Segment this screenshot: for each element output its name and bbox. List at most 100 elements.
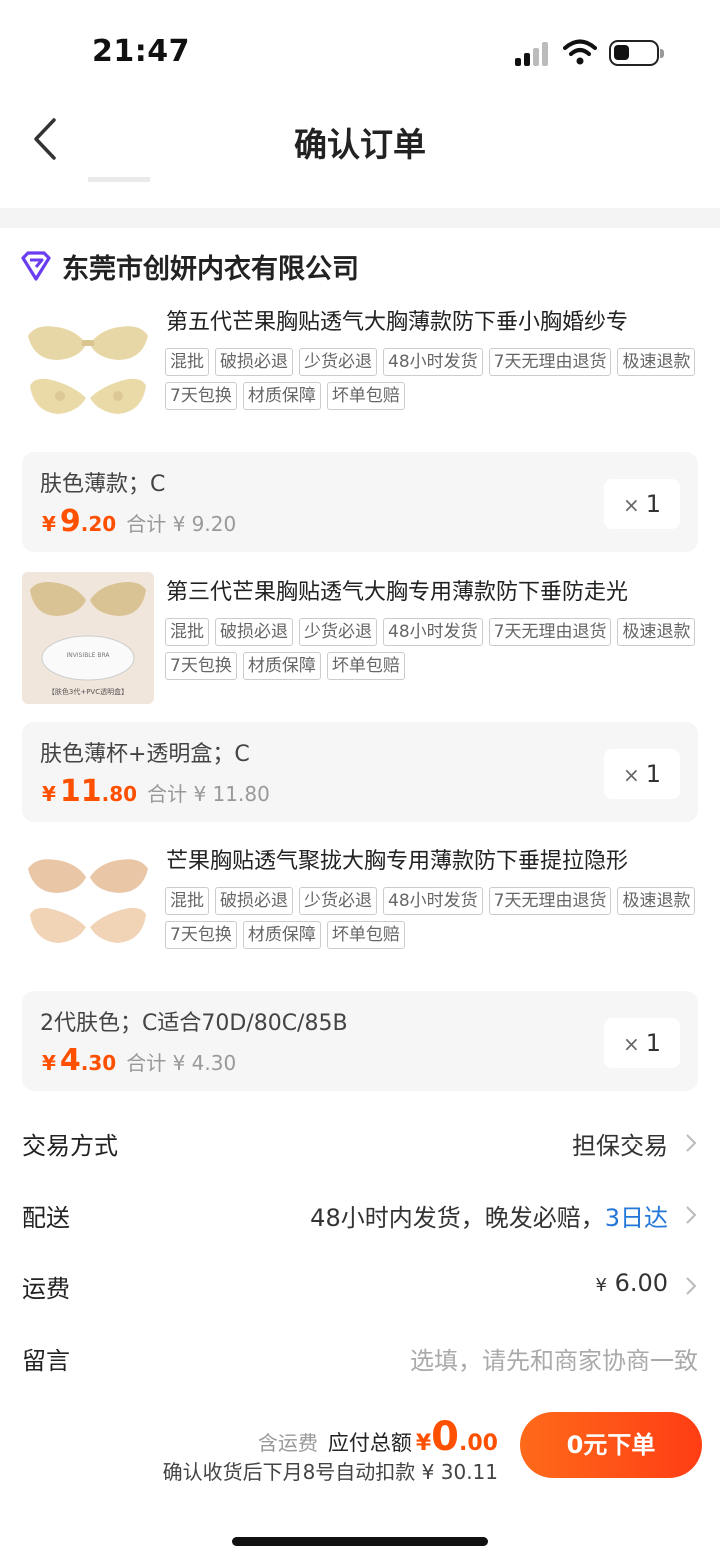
product-title[interactable]: 第五代芒果胸贴透气大胸薄款防下垂小胸婚纱专 xyxy=(166,304,706,336)
price-dec: .30 xyxy=(80,1051,117,1075)
quantity-value: 1 xyxy=(645,490,662,518)
service-tag: 7天包换 xyxy=(165,652,237,680)
submit-order-button[interactable]: 0元下单 xyxy=(520,1412,702,1478)
service-tag: 破损必退 xyxy=(215,887,293,915)
battery-icon xyxy=(609,40,664,66)
subtotal: 合计 ¥ 9.20 xyxy=(126,512,237,536)
wifi-icon xyxy=(563,39,597,65)
total-label: 应付总额 xyxy=(327,1431,412,1455)
delivery-row[interactable]: 配送 48小时内发货，晚发必赔，3日达 xyxy=(0,1184,720,1244)
service-tag: 极速退款 xyxy=(617,618,696,646)
message-row[interactable]: 留言 选填，请先和商家协商一致 xyxy=(0,1327,720,1387)
total-yen: ¥ xyxy=(415,1431,432,1456)
qty-x: × xyxy=(622,493,640,517)
service-tag: 坏单包赔 xyxy=(326,382,405,410)
price-int: 4 xyxy=(59,1043,81,1078)
sku-spec: 肤色薄款；C xyxy=(40,472,166,497)
service-tag: 材质保障 xyxy=(242,652,321,680)
message-label: 留言 xyxy=(22,1347,70,1375)
service-tag: 7天无理由退货 xyxy=(488,348,612,376)
checkout-bar: 含运费 应付总额 ¥0.00 确认收货后下月8号自动扣款 ¥ 30.11 0元下… xyxy=(0,1400,720,1500)
scroll-ghost-text xyxy=(88,172,150,182)
quantity-value: 1 xyxy=(645,760,662,788)
product-thumbnail[interactable] xyxy=(22,845,154,977)
price-dec: .80 xyxy=(101,782,138,806)
home-indicator xyxy=(232,1537,488,1546)
delivery-value: 48小时内发货，晚发必赔，3日达 xyxy=(310,1198,668,1233)
service-tags: 混批 破损必退 少货必退 48小时发货 7天无理由退货 极速退款 7天包换 材质… xyxy=(165,348,705,410)
shipping-fee-row[interactable]: 运费 ¥ 6.00 xyxy=(0,1255,720,1315)
service-tag: 少货必退 xyxy=(299,618,377,646)
shop-badge-icon xyxy=(21,251,51,281)
service-tag: 少货必退 xyxy=(299,887,377,915)
quantity-stepper[interactable]: × 1 xyxy=(604,749,680,799)
price-yen: ¥ xyxy=(42,512,56,536)
trade-method-row[interactable]: 交易方式 担保交易 xyxy=(0,1112,720,1172)
shop-name: 东莞市创妍内衣有限公司 xyxy=(62,253,359,285)
thumb-caption: 【肤色3代+PVC透明盒】 xyxy=(48,687,128,696)
service-tag: 7天无理由退货 xyxy=(488,618,612,646)
product-title[interactable]: 第三代芒果胸贴透气大胸专用薄款防下垂防走光 xyxy=(166,574,706,606)
service-tag: 48小时发货 xyxy=(383,348,483,376)
signal-icon xyxy=(515,42,551,66)
price-dec: .20 xyxy=(80,512,117,536)
price-yen: ¥ xyxy=(42,782,56,806)
shop-header[interactable]: 东莞市创妍内衣有限公司 xyxy=(20,246,359,286)
service-tag: 材质保障 xyxy=(242,921,321,949)
service-tag: 7天包换 xyxy=(165,382,237,410)
nav-bar: 确认订单 xyxy=(0,100,720,190)
shipping-fee-value: ¥ 6.00 xyxy=(595,1269,668,1297)
delivery-eta: 3日达 xyxy=(604,1204,668,1232)
thumb-box-text: INVISIBLE BRA xyxy=(66,652,110,659)
price-int: 9 xyxy=(59,504,81,539)
service-tag: 混批 xyxy=(165,348,209,376)
sku-spec: 2代肤色；C适合70D/80C/85B xyxy=(40,1011,348,1036)
service-tag: 坏单包赔 xyxy=(326,921,405,949)
unit-price: ¥9.20 合计 ¥ 9.20 xyxy=(42,504,236,539)
service-tags: 混批 破损必退 少货必退 48小时发货 7天无理由退货 极速退款 7天包换 材质… xyxy=(165,887,705,949)
chevron-right-icon xyxy=(686,1134,697,1152)
service-tag: 混批 xyxy=(165,887,209,915)
sku-box[interactable]: 2代肤色；C适合70D/80C/85B ¥4.30 合计 ¥ 4.30 × 1 xyxy=(22,991,698,1091)
status-time: 21:47 xyxy=(92,34,190,69)
unit-price: ¥11.80 合计 ¥ 11.80 xyxy=(42,774,270,809)
sku-box[interactable]: 肤色薄款；C ¥9.20 合计 ¥ 9.20 × 1 xyxy=(22,452,698,552)
service-tag: 7天包换 xyxy=(165,921,237,949)
service-tag: 少货必退 xyxy=(299,348,377,376)
quantity-stepper[interactable]: × 1 xyxy=(604,479,680,529)
deduct-note: 确认收货后下月8号自动扣款 ¥ 30.11 xyxy=(162,1460,498,1484)
shipping-yen: ¥ xyxy=(595,1275,607,1296)
sku-box[interactable]: 肤色薄杯+透明盒；C ¥11.80 合计 ¥ 11.80 × 1 xyxy=(22,722,698,822)
service-tag: 48小时发货 xyxy=(383,618,483,646)
chevron-right-icon xyxy=(686,1206,697,1224)
service-tag: 极速退款 xyxy=(617,887,696,915)
chevron-right-icon xyxy=(686,1277,697,1295)
service-tag: 材质保障 xyxy=(242,382,321,410)
quantity-stepper[interactable]: × 1 xyxy=(604,1018,680,1068)
sku-spec: 肤色薄杯+透明盒；C xyxy=(40,742,250,767)
service-tag: 破损必退 xyxy=(215,618,293,646)
service-tag: 48小时发货 xyxy=(383,887,483,915)
section-divider xyxy=(0,208,720,228)
shipping-amount: 6.00 xyxy=(614,1269,668,1297)
trade-method-value: 担保交易 xyxy=(572,1132,668,1160)
total-line: 含运费 应付总额 ¥0.00 xyxy=(258,1414,498,1460)
total-dec: .00 xyxy=(459,1431,498,1456)
service-tags: 混批 破损必退 少货必退 48小时发货 7天无理由退货 极速退款 7天包换 材质… xyxy=(165,618,705,680)
product-thumbnail[interactable]: INVISIBLE BRA 【肤色3代+PVC透明盒】 xyxy=(22,572,154,704)
shipping-fee-label: 运费 xyxy=(22,1275,70,1303)
service-tag: 坏单包赔 xyxy=(326,652,405,680)
service-tag: 混批 xyxy=(165,618,209,646)
message-input[interactable]: 选填，请先和商家协商一致 xyxy=(410,1341,698,1376)
price-int: 11 xyxy=(59,774,102,809)
delivery-label: 配送 xyxy=(22,1204,70,1232)
subtotal: 合计 ¥ 11.80 xyxy=(147,782,270,806)
product-thumbnail[interactable] xyxy=(22,306,154,438)
product-title[interactable]: 芒果胸贴透气聚拢大胸专用薄款防下垂提拉隐形 xyxy=(166,843,706,875)
service-tag: 极速退款 xyxy=(617,348,696,376)
quantity-value: 1 xyxy=(645,1029,662,1057)
incl-shipping-note: 含运费 xyxy=(257,1431,318,1455)
subtotal: 合计 ¥ 4.30 xyxy=(126,1051,237,1075)
delivery-text: 48小时内发货，晚发必赔， xyxy=(310,1204,605,1232)
unit-price: ¥4.30 合计 ¥ 4.30 xyxy=(42,1043,236,1078)
